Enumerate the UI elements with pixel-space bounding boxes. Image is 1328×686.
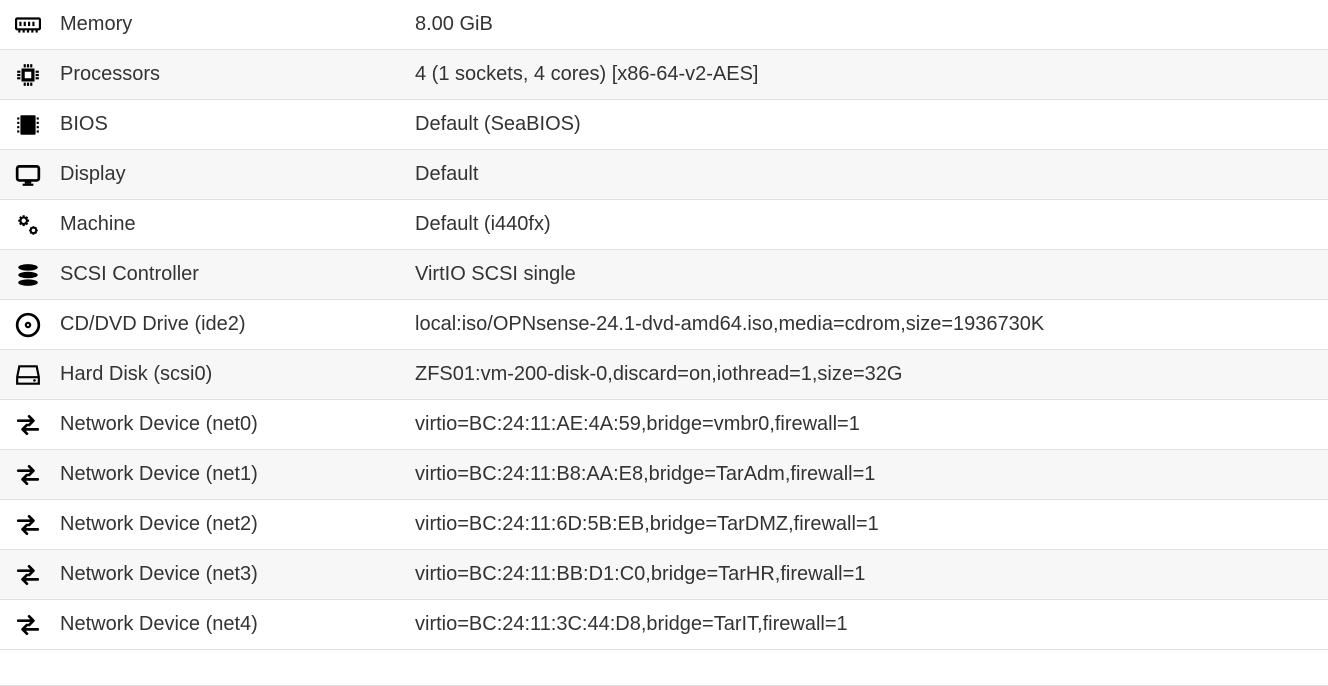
gears-icon	[0, 212, 56, 238]
hardware-row[interactable]: SCSI ControllerVirtIO SCSI single	[0, 250, 1328, 300]
cpu-icon	[0, 62, 56, 88]
hardware-value: 4 (1 sockets, 4 cores) [x86-64-v2-AES]	[411, 63, 1328, 86]
hardware-value: virtio=BC:24:11:6D:5B:EB,bridge=TarDMZ,f…	[411, 513, 1328, 536]
hardware-row[interactable]: DisplayDefault	[0, 150, 1328, 200]
hardware-value: virtio=BC:24:11:AE:4A:59,bridge=vmbr0,fi…	[411, 413, 1328, 436]
hardware-label: SCSI Controller	[56, 263, 411, 286]
hardware-row[interactable]: Network Device (net4)virtio=BC:24:11:3C:…	[0, 600, 1328, 650]
hdd-icon	[0, 362, 56, 388]
hardware-label: Network Device (net1)	[56, 463, 411, 486]
hardware-row[interactable]: Network Device (net3)virtio=BC:24:11:BB:…	[0, 550, 1328, 600]
hardware-label: Processors	[56, 63, 411, 86]
hardware-value: virtio=BC:24:11:B8:AA:E8,bridge=TarAdm,f…	[411, 463, 1328, 486]
hardware-row[interactable]: Network Device (net0)virtio=BC:24:11:AE:…	[0, 400, 1328, 450]
network-icon	[0, 512, 56, 538]
hardware-value: virtio=BC:24:11:BB:D1:C0,bridge=TarHR,fi…	[411, 563, 1328, 586]
memory-icon	[0, 12, 56, 38]
hardware-value: virtio=BC:24:11:3C:44:D8,bridge=TarIT,fi…	[411, 613, 1328, 636]
hardware-label: Network Device (net0)	[56, 413, 411, 436]
hardware-label: Network Device (net3)	[56, 563, 411, 586]
hardware-value: local:iso/OPNsense-24.1-dvd-amd64.iso,me…	[411, 313, 1328, 336]
hardware-label: Machine	[56, 213, 411, 236]
hardware-label: Memory	[56, 13, 411, 36]
hardware-row[interactable]: Network Device (net2)virtio=BC:24:11:6D:…	[0, 500, 1328, 550]
disc-icon	[0, 312, 56, 338]
hardware-row[interactable]: Processors4 (1 sockets, 4 cores) [x86-64…	[0, 50, 1328, 100]
network-icon	[0, 462, 56, 488]
network-icon	[0, 562, 56, 588]
network-icon	[0, 412, 56, 438]
hardware-row[interactable]: Network Device (net1)virtio=BC:24:11:B8:…	[0, 450, 1328, 500]
hardware-label: Network Device (net4)	[56, 613, 411, 636]
empty-row	[0, 650, 1328, 686]
network-icon	[0, 612, 56, 638]
hardware-table: Memory8.00 GiBProcessors4 (1 sockets, 4 …	[0, 0, 1328, 650]
hardware-label: Display	[56, 163, 411, 186]
hardware-row[interactable]: Memory8.00 GiB	[0, 0, 1328, 50]
hardware-value: Default (SeaBIOS)	[411, 113, 1328, 136]
hardware-value: VirtIO SCSI single	[411, 263, 1328, 286]
hardware-label: Network Device (net2)	[56, 513, 411, 536]
hardware-label: CD/DVD Drive (ide2)	[56, 313, 411, 336]
hardware-value: ZFS01:vm-200-disk-0,discard=on,iothread=…	[411, 363, 1328, 386]
hardware-value: Default (i440fx)	[411, 213, 1328, 236]
hardware-value: 8.00 GiB	[411, 13, 1328, 36]
hardware-value: Default	[411, 163, 1328, 186]
hardware-label: BIOS	[56, 113, 411, 136]
bios-icon	[0, 112, 56, 138]
display-icon	[0, 162, 56, 188]
hardware-row[interactable]: MachineDefault (i440fx)	[0, 200, 1328, 250]
storage-icon	[0, 262, 56, 288]
hardware-row[interactable]: BIOSDefault (SeaBIOS)	[0, 100, 1328, 150]
hardware-label: Hard Disk (scsi0)	[56, 363, 411, 386]
hardware-row[interactable]: Hard Disk (scsi0)ZFS01:vm-200-disk-0,dis…	[0, 350, 1328, 400]
hardware-row[interactable]: CD/DVD Drive (ide2)local:iso/OPNsense-24…	[0, 300, 1328, 350]
